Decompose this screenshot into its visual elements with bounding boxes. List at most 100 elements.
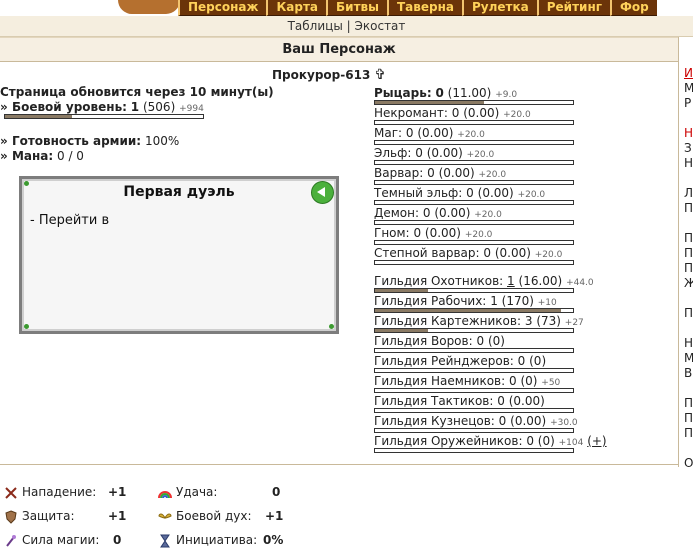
cross-icon: ✞ [374,67,387,83]
faction-progress-bar [374,180,574,185]
nav-tab-roulette[interactable]: Рулетка [462,0,537,16]
right-link[interactable]: П [684,426,693,441]
guild-progress-bar [374,408,574,413]
wings-icon [158,513,172,519]
faction-text: Маг: 0 (0.00) +20.0 [374,126,674,140]
right-link[interactable]: Р [684,96,693,111]
faction-plus: +20.0 [464,230,493,240]
faction-row: Темный эльф: 0 (0.00) +20.0 [374,186,674,206]
right-link[interactable]: П [684,246,693,261]
faction-text: Эльф: 0 (0.00) +20.0 [374,146,674,160]
guild-row: Гильдия Воров: 0 (0) [374,334,674,354]
guild-plus: +50 [541,378,561,388]
right-link[interactable]: П [684,396,693,411]
section-divider [0,464,678,465]
right-link[interactable]: Ж [684,276,693,291]
faction-label: Маг: [374,126,403,140]
stat-row-attack: Нападение: +1 Удача: 0 [0,480,300,504]
main-nav: Персонаж Карта Битвы Таверна Рулетка Рей… [178,0,657,16]
right-link[interactable]: И [684,66,693,81]
guild-label: Гильдия Рейнджеров: [374,354,514,368]
faction-value: 0 [422,206,431,220]
combat-level-plus: +994 [179,104,204,114]
character-info: Страница обновится через 10 минут(ы) » Б… [0,85,274,164]
right-link[interactable]: П [684,231,693,246]
link-ecostat[interactable]: Экостат [355,19,406,33]
morale-label: Боевой дух: [176,509,252,523]
faction-value: 0 [435,86,444,100]
right-link[interactable]: М [684,351,693,366]
faction-text: Гном: 0 (0.00) +20.0 [374,226,674,240]
guild-extra: (0.00) [510,414,547,428]
right-link[interactable]: П [684,201,693,216]
faction-plus: +20.0 [503,110,531,120]
guild-label: Гильдия Охотников: [374,274,504,288]
faction-extra: (0.00) [463,106,500,120]
nav-tab-rating[interactable]: Рейтинг [536,0,611,16]
guild-progress-fill [375,329,429,332]
combat-level-value: 1 [130,100,140,114]
right-link[interactable]: Н [684,156,693,171]
nav-tab-forum[interactable]: Фор [610,0,657,16]
faction-label: Демон: [374,206,420,220]
nav-tab-tavern[interactable]: Таверна [387,0,462,16]
guild-value: 0 [508,374,517,388]
faction-progress-bar [374,120,574,125]
guild-value[interactable]: 1 [507,274,515,288]
guild-progress-fill [375,309,562,312]
magic-value: 0 [113,533,122,547]
mana: » Мана: 0 / 0 [0,149,270,164]
mana-value: 0 / 0 [57,149,84,163]
guild-text: Гильдия Охотников: 1 (16.00) +44.0 [374,274,674,288]
character-name[interactable]: Прокурор-613 [272,68,370,82]
guild-label: Гильдия Воров: [374,334,473,348]
guild-value: 0 [526,434,534,448]
hourglass-icon [160,534,170,547]
right-link[interactable]: Л [684,186,693,201]
faction-plus: +20.0 [517,190,546,200]
corner-dot-icon [24,324,29,329]
right-link [684,441,693,456]
guild-value: 3 [524,314,533,328]
right-link[interactable]: П [684,306,693,321]
play-back-icon[interactable] [311,181,334,204]
add-guild-button[interactable]: (+) [587,434,606,448]
faction-label: Темный эльф: [374,186,463,200]
right-link[interactable]: М [684,81,693,96]
link-tables[interactable]: Таблицы [288,19,343,33]
faction-plus: +20.0 [457,130,485,140]
defense-label: Защита: [22,509,75,523]
guild-label: Гильдия Картежников: [374,314,522,328]
faction-plus: +20.0 [534,250,563,260]
guild-progress-bar [374,308,574,313]
right-link[interactable]: Н [684,126,693,141]
faction-progress-bar [374,160,574,165]
guild-text: Гильдия Воров: 0 (0) [374,334,674,348]
right-link[interactable]: Н [684,336,693,351]
right-link [684,111,693,126]
guild-plus: +104 [558,438,584,448]
right-link[interactable]: З [684,141,693,156]
right-link[interactable]: О [684,456,693,471]
faction-row: Эльф: 0 (0.00) +20.0 [374,146,674,166]
right-link[interactable]: В [684,366,693,381]
first-duel-panel: Первая дуэль - Перейти в [19,176,339,334]
nav-tab-map[interactable]: Карта [266,0,327,16]
faction-row: Варвар: 0 (0.00) +20.0 [374,166,674,186]
right-link[interactable]: П [684,261,693,276]
guild-plus: +10 [537,298,557,308]
guild-progress-fill [375,289,429,292]
faction-text: Демон: 0 (0.00) +20.0 [374,206,674,220]
duel-title: Первая дуэль [123,184,235,200]
guild-extra: (16.00) [518,274,563,288]
combat-level-progress-fill [5,115,73,118]
nav-tab-character[interactable]: Персонаж [178,0,267,16]
guild-text: Гильдия Кузнецов: 0 (0.00) +30.0 [374,414,674,428]
nav-tab-battles[interactable]: Битвы [326,0,387,16]
faction-row: Рыцарь: 0 (11.00) +9.0 [374,86,674,106]
right-link[interactable]: П [684,411,693,426]
faction-progress-bar [374,100,574,105]
guild-row: Гильдия Рабочих: 1 (170) +10 [374,294,674,314]
combat-level-label: Боевой уровень: [11,100,127,114]
guild-label: Гильдия Оружейников: [374,434,523,448]
